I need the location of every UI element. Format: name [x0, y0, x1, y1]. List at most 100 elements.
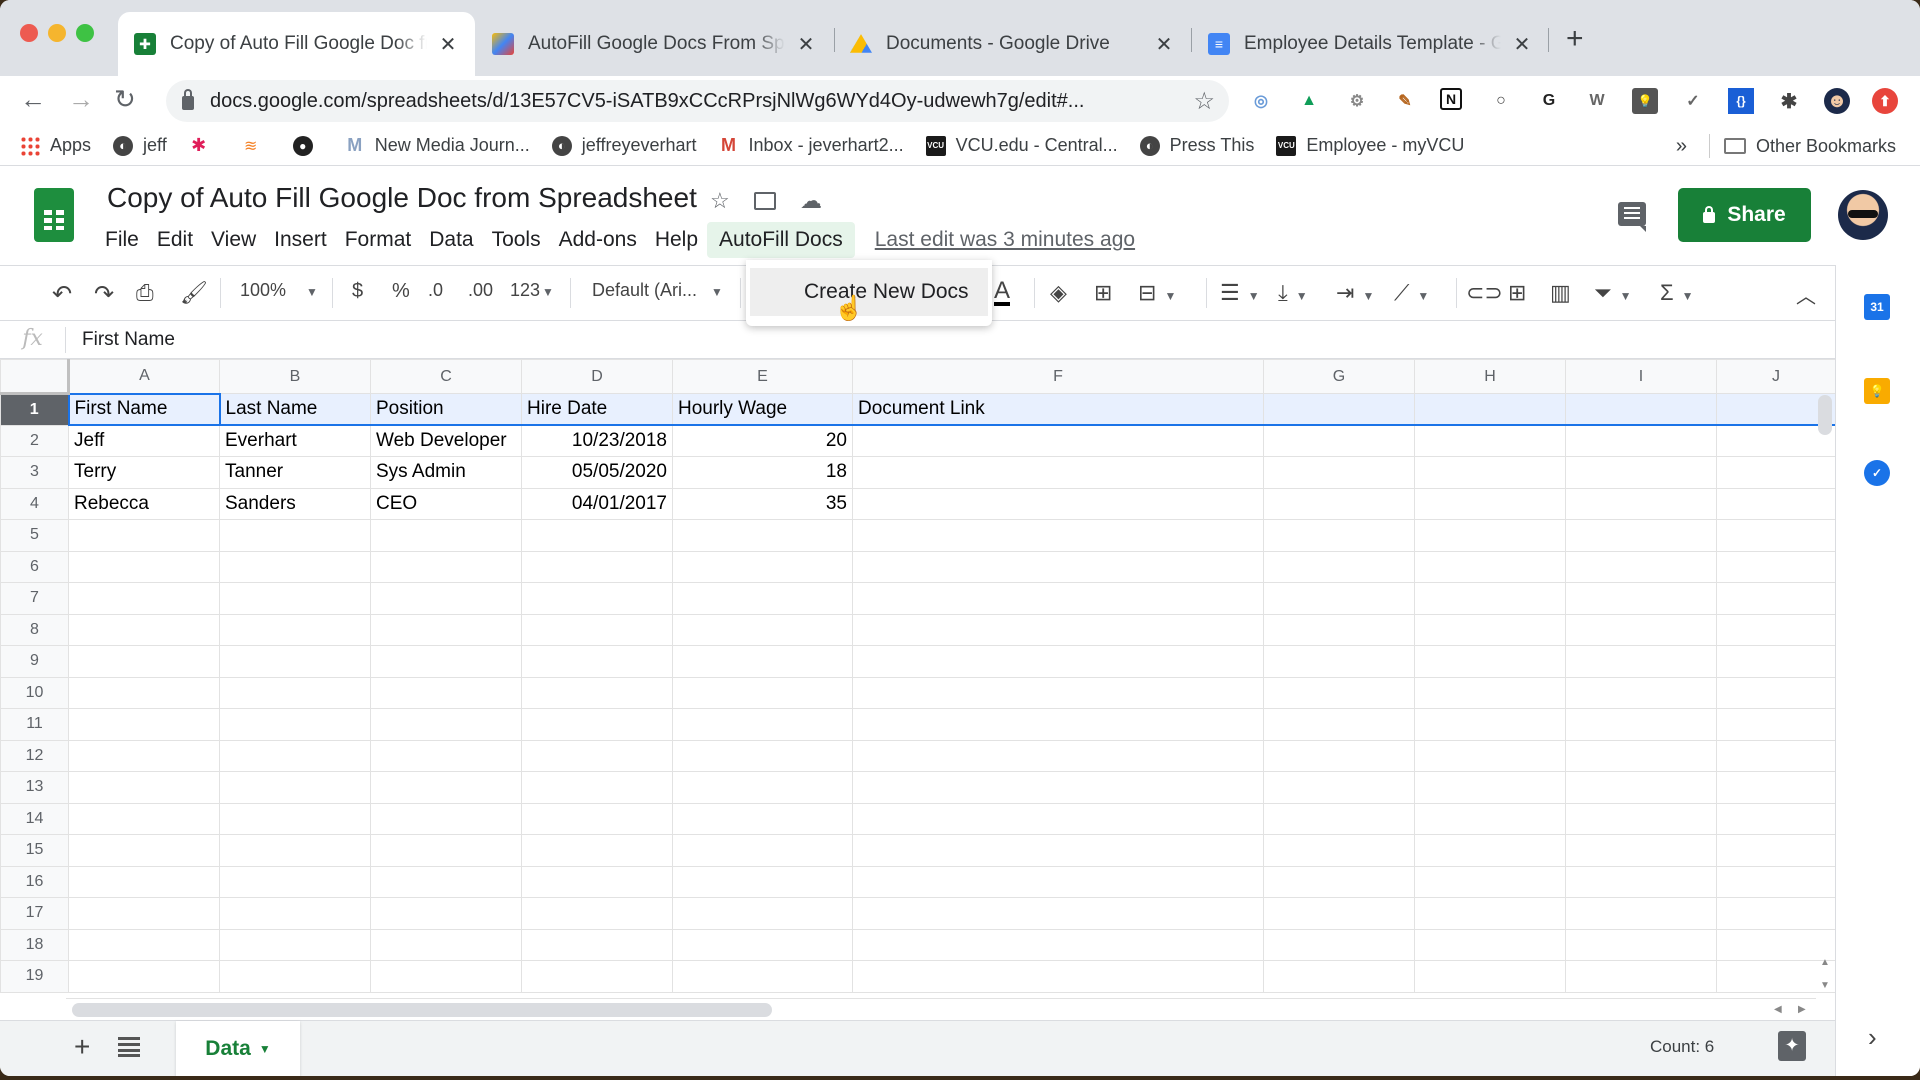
cell[interactable]: Hire Date: [521, 393, 673, 426]
cell[interactable]: [370, 771, 522, 804]
row-header[interactable]: 12: [0, 739, 69, 772]
cell[interactable]: [852, 550, 1264, 583]
filter-icon[interactable]: ⏷ ▼: [1594, 280, 1632, 306]
cell[interactable]: [1565, 519, 1717, 552]
cell[interactable]: [1565, 960, 1717, 993]
cell[interactable]: 05/05/2020: [521, 456, 673, 489]
cell[interactable]: [672, 928, 853, 961]
new-tab-button[interactable]: +: [1566, 22, 1584, 56]
row-header[interactable]: 5: [0, 519, 69, 552]
cell[interactable]: [1263, 834, 1415, 867]
cell[interactable]: 04/01/2017: [521, 487, 673, 520]
document-title[interactable]: Copy of Auto Fill Google Doc from Spread…: [107, 182, 697, 214]
cell[interactable]: [1414, 865, 1566, 898]
chevron-down-icon[interactable]: ▼: [259, 1042, 271, 1056]
move-folder-icon[interactable]: [754, 192, 776, 210]
insert-link-icon[interactable]: ⊂⊃: [1466, 280, 1503, 306]
row-header[interactable]: 13: [0, 771, 69, 804]
row-header[interactable]: 7: [0, 582, 69, 615]
cell[interactable]: [521, 582, 673, 615]
cell[interactable]: [852, 928, 1264, 961]
cell[interactable]: [219, 613, 371, 646]
cell[interactable]: [1263, 424, 1415, 457]
zoom-select[interactable]: 100% ▼: [240, 280, 318, 301]
borders-icon[interactable]: ⊞: [1094, 280, 1112, 306]
cell[interactable]: [219, 519, 371, 552]
cell[interactable]: Terry: [68, 456, 220, 489]
cell[interactable]: [370, 802, 522, 835]
cell[interactable]: [370, 897, 522, 930]
cell[interactable]: [852, 519, 1264, 552]
browser-tab[interactable]: AutoFill Google Docs From Spreadsheet ✕: [476, 12, 833, 76]
row-header[interactable]: 1: [0, 393, 69, 426]
cell[interactable]: [1716, 865, 1836, 898]
scroll-right-arrow[interactable]: ▶: [1798, 1004, 1806, 1015]
cell[interactable]: [672, 519, 853, 552]
insert-comment-icon[interactable]: ⊞: [1508, 280, 1526, 306]
menu-help[interactable]: Help: [646, 224, 707, 256]
cell[interactable]: [1414, 393, 1566, 426]
sheets-logo[interactable]: [34, 188, 74, 242]
cell[interactable]: [521, 960, 673, 993]
menu-autofill-docs[interactable]: AutoFill Docs: [707, 222, 855, 258]
cell[interactable]: [521, 802, 673, 835]
cell[interactable]: Position: [370, 393, 522, 426]
wordpress-ext-icon[interactable]: W: [1584, 88, 1610, 114]
cell[interactable]: [1716, 676, 1836, 709]
cell[interactable]: [1716, 456, 1836, 489]
cell[interactable]: [219, 865, 371, 898]
menu-format[interactable]: Format: [336, 224, 421, 256]
cell[interactable]: [219, 676, 371, 709]
cell[interactable]: [1716, 645, 1836, 678]
bookmark-star-icon[interactable]: ☆: [1193, 87, 1215, 116]
more-formats-button[interactable]: 123 ▼: [510, 280, 554, 301]
cell[interactable]: [370, 739, 522, 772]
cell[interactable]: [1716, 739, 1836, 772]
close-tab-icon[interactable]: ✕: [437, 32, 459, 57]
cell[interactable]: [1716, 582, 1836, 615]
insert-chart-icon[interactable]: ▥: [1550, 280, 1571, 306]
cell[interactable]: [1565, 834, 1717, 867]
cell[interactable]: Last Name: [219, 393, 371, 426]
account-avatar[interactable]: [1838, 190, 1888, 240]
notion-ext-icon[interactable]: N: [1440, 88, 1462, 110]
cell[interactable]: [1263, 865, 1415, 898]
cell[interactable]: [370, 834, 522, 867]
cloud-status-icon[interactable]: ☁: [800, 188, 822, 214]
cell[interactable]: [672, 739, 853, 772]
cell[interactable]: [1565, 393, 1717, 426]
cell[interactable]: [219, 582, 371, 615]
font-select[interactable]: Default (Ari... ▼: [592, 280, 723, 301]
format-currency-button[interactable]: $: [352, 280, 363, 303]
increase-decimal-button[interactable]: .00: [468, 280, 493, 301]
column-header[interactable]: F: [852, 359, 1264, 394]
cell[interactable]: [672, 802, 853, 835]
row-header[interactable]: 2: [0, 424, 69, 457]
row-header[interactable]: 11: [0, 708, 69, 741]
row-header[interactable]: 6: [0, 550, 69, 583]
cell[interactable]: [672, 613, 853, 646]
cell[interactable]: [672, 708, 853, 741]
cell[interactable]: Web Developer: [370, 424, 522, 457]
cell[interactable]: [1565, 613, 1717, 646]
cell[interactable]: [852, 771, 1264, 804]
menu-edit[interactable]: Edit: [148, 224, 202, 256]
cell[interactable]: [370, 928, 522, 961]
cell[interactable]: [1414, 550, 1566, 583]
cell[interactable]: [1263, 456, 1415, 489]
cell[interactable]: [1716, 802, 1836, 835]
back-button[interactable]: ←: [20, 84, 46, 115]
browser-tab[interactable]: ≡ Employee Details Template - Google Doc…: [1192, 12, 1549, 76]
cell[interactable]: 20: [672, 424, 853, 457]
menu-insert[interactable]: Insert: [265, 224, 336, 256]
cell[interactable]: [672, 960, 853, 993]
cell[interactable]: [370, 708, 522, 741]
vertical-scrollbar[interactable]: [1818, 395, 1832, 435]
upload-ext-icon[interactable]: ⬆: [1872, 88, 1898, 114]
last-edit-link[interactable]: Last edit was 3 minutes ago: [875, 228, 1135, 252]
forward-button[interactable]: →: [68, 84, 94, 115]
cell[interactable]: [1565, 487, 1717, 520]
cell[interactable]: [1263, 393, 1415, 426]
column-header[interactable]: A: [68, 359, 220, 394]
text-wrapping-icon[interactable]: ⇥ ▼: [1336, 280, 1374, 306]
